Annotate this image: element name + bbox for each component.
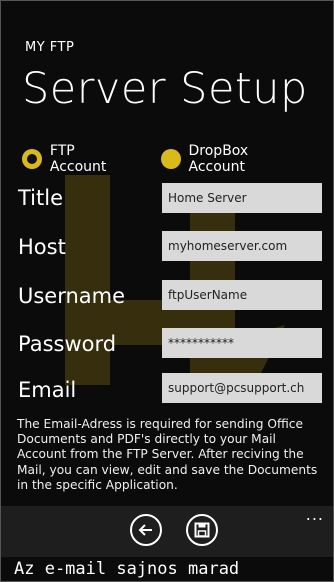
- title-field[interactable]: [162, 183, 322, 213]
- host-label: Host: [18, 235, 66, 259]
- email-field[interactable]: [162, 373, 322, 403]
- radio-unchecked-icon: [160, 149, 181, 169]
- email-info-text: The Email-Adress is required for sending…: [17, 417, 318, 492]
- username-label: Username: [18, 284, 126, 308]
- dropbox-account-label: DropBox Account: [188, 143, 249, 175]
- app-title: MY FTP: [25, 40, 75, 55]
- username-field[interactable]: [162, 280, 322, 310]
- radio-checked-icon: [22, 149, 42, 169]
- save-icon: [194, 522, 210, 538]
- save-button[interactable]: [186, 514, 218, 546]
- password-field[interactable]: [162, 328, 322, 358]
- back-icon: [138, 524, 152, 536]
- app-bar: ...: [0, 506, 334, 558]
- caption-text: Az e-mail sajnos marad: [0, 557, 334, 582]
- account-type-selector: FTP Account DropBox Account: [22, 143, 334, 175]
- password-label: Password: [18, 332, 117, 356]
- page-title: Server Setup: [22, 64, 308, 114]
- dropbox-account-radio[interactable]: DropBox Account: [160, 143, 308, 175]
- title-label: Title: [18, 186, 64, 210]
- ftp-account-label: FTP Account: [49, 143, 107, 175]
- ftp-account-radio[interactable]: FTP Account: [22, 143, 135, 175]
- email-label: Email: [18, 378, 77, 402]
- more-options-button[interactable]: ...: [306, 507, 324, 523]
- host-field[interactable]: [162, 231, 322, 261]
- back-button[interactable]: [130, 514, 162, 546]
